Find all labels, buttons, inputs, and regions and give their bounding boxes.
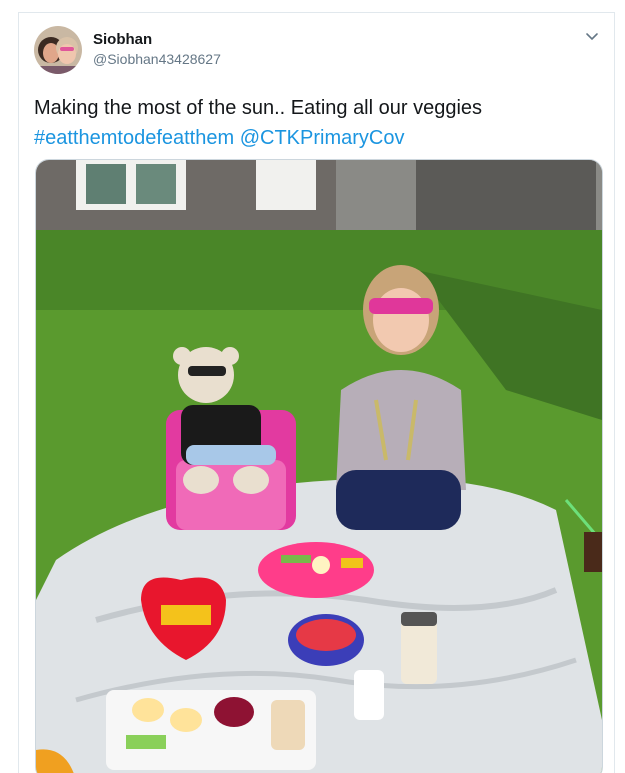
tweet-text: Making the most of the sun.. Eating all … [34, 93, 604, 153]
avatar[interactable] [34, 26, 82, 74]
avatar-photo [34, 26, 82, 74]
tweet-card[interactable]: Siobhan @Siobhan43428627 Making the most… [18, 12, 615, 773]
display-name[interactable]: Siobhan [93, 31, 152, 48]
hashtag-link[interactable]: #eatthemtodefeatthem [34, 127, 234, 149]
tweet-photo[interactable] [35, 159, 603, 773]
more-options-button[interactable] [582, 27, 602, 47]
tweet-body-text: Making the most of the sun.. Eating all … [34, 97, 483, 119]
mention-link[interactable]: @CTKPrimaryCov [240, 127, 405, 149]
chevron-down-icon [586, 33, 598, 41]
user-handle[interactable]: @Siobhan43428627 [93, 51, 221, 67]
photo-girl-picnic-in-garden [36, 160, 602, 773]
